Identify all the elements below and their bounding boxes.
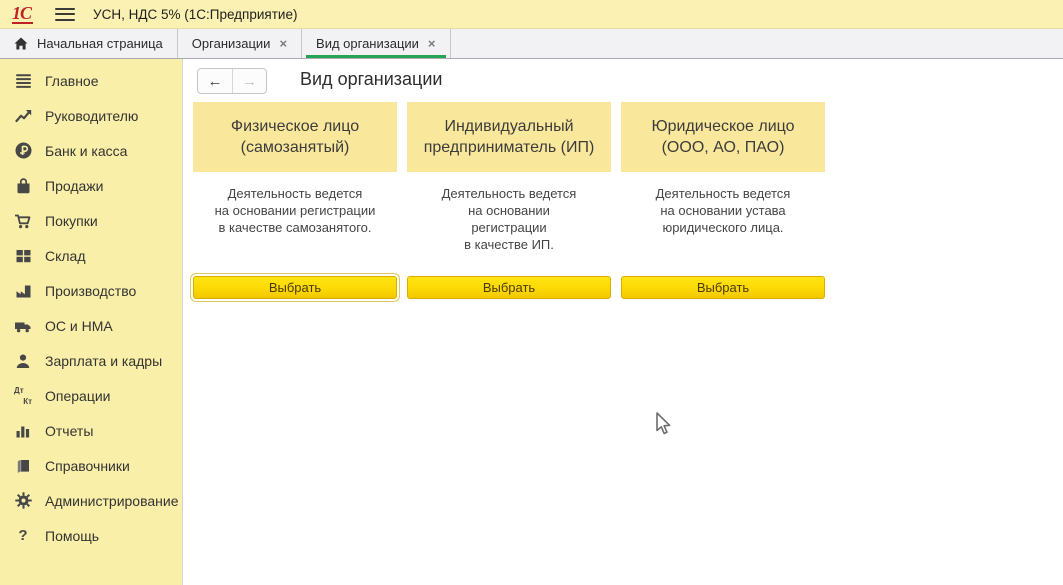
sidebar-item-label: Производство bbox=[45, 283, 136, 299]
choose-selfemployed-button[interactable]: Выбрать bbox=[193, 276, 397, 299]
person-icon bbox=[14, 352, 32, 370]
sidebar-item-assets[interactable]: ОС и НМА bbox=[0, 308, 182, 343]
sidebar-item-payroll-hr[interactable]: Зарплата и кадры bbox=[0, 343, 182, 378]
sidebar-item-label: Администрирование bbox=[45, 493, 179, 509]
card-title: Физическое лицо (самозанятый) bbox=[193, 102, 397, 172]
sidebar-item-reports[interactable]: Отчеты bbox=[0, 413, 182, 448]
sidebar-item-manager[interactable]: Руководителю bbox=[0, 98, 182, 133]
factory-icon bbox=[14, 282, 32, 300]
sidebar-item-label: Отчеты bbox=[45, 423, 93, 439]
page-title: Вид организации bbox=[300, 69, 442, 90]
warehouse-icon bbox=[14, 247, 32, 265]
book-icon bbox=[14, 457, 32, 475]
sidebar-item-sales[interactable]: Продажи bbox=[0, 168, 182, 203]
sidebar-item-label: Помощь bbox=[45, 528, 99, 544]
window-titlebar: 1С УСН, НДС 5% (1С:Предприятие) bbox=[0, 0, 1063, 29]
card-entrepreneur: Индивидуальный предприниматель (ИП) Деят… bbox=[407, 102, 611, 253]
sidebar-item-label: Покупки bbox=[45, 213, 98, 229]
ruble-circle-icon bbox=[14, 142, 32, 160]
bar-chart-icon bbox=[14, 422, 32, 440]
main-content: ← → Вид организации Физическое лицо (сам… bbox=[183, 59, 1063, 585]
shopping-bag-icon bbox=[14, 177, 32, 195]
sidebar-item-administration[interactable]: Администрирование bbox=[0, 483, 182, 518]
main-menu-icon[interactable] bbox=[55, 8, 75, 21]
gear-icon bbox=[14, 492, 32, 510]
active-tab-indicator bbox=[306, 55, 445, 58]
tab-label: Вид организации bbox=[316, 36, 419, 51]
tab-label: Организации bbox=[192, 36, 271, 51]
sidebar-item-label: Продажи bbox=[45, 178, 103, 194]
choose-buttons-row: Выбрать Выбрать Выбрать bbox=[193, 276, 825, 299]
tab-home[interactable]: Начальная страница bbox=[0, 29, 178, 58]
sidebar-item-help[interactable]: ? Помощь bbox=[0, 518, 182, 553]
tab-organizations[interactable]: Организации × bbox=[178, 29, 302, 58]
history-nav: ← → bbox=[197, 68, 267, 94]
sidebar-item-operations[interactable]: ДтКт Операции bbox=[0, 378, 182, 413]
card-title: Юридическое лицо (ООО, АО, ПАО) bbox=[621, 102, 825, 172]
choose-entrepreneur-button[interactable]: Выбрать bbox=[407, 276, 611, 299]
sidebar-item-warehouse[interactable]: Склад bbox=[0, 238, 182, 273]
1c-logo-icon: 1С bbox=[12, 5, 33, 24]
menu-lines-icon bbox=[14, 72, 32, 90]
sidebar-item-production[interactable]: Производство bbox=[0, 273, 182, 308]
section-sidebar: Главное Руководителю Банк и касса Продаж… bbox=[0, 59, 183, 585]
sidebar-item-label: Зарплата и кадры bbox=[45, 353, 162, 369]
card-title: Индивидуальный предприниматель (ИП) bbox=[407, 102, 611, 172]
choose-legal-entity-button[interactable]: Выбрать bbox=[621, 276, 825, 299]
card-description: Деятельность ведется на основании регист… bbox=[193, 185, 397, 236]
card-description: Деятельность ведется на основании регист… bbox=[407, 185, 611, 253]
sidebar-item-label: Операции bbox=[45, 388, 111, 404]
sidebar-item-label: Банк и касса bbox=[45, 143, 127, 159]
sidebar-item-label: Склад bbox=[45, 248, 86, 264]
debit-credit-icon: ДтКт bbox=[14, 387, 32, 405]
card-description: Деятельность ведется на основании устава… bbox=[621, 185, 825, 236]
sidebar-item-directories[interactable]: Справочники bbox=[0, 448, 182, 483]
sidebar-item-bank-cash[interactable]: Банк и касса bbox=[0, 133, 182, 168]
close-icon[interactable]: × bbox=[279, 37, 287, 50]
sidebar-item-main[interactable]: Главное bbox=[0, 63, 182, 98]
sidebar-item-purchases[interactable]: Покупки bbox=[0, 203, 182, 238]
tab-label: Начальная страница bbox=[37, 36, 163, 51]
back-button[interactable]: ← bbox=[198, 69, 232, 93]
card-individual-selfemployed: Физическое лицо (самозанятый) Деятельнос… bbox=[193, 102, 397, 253]
sidebar-item-label: Руководителю bbox=[45, 108, 138, 124]
tab-bar: Начальная страница Организации × Вид орг… bbox=[0, 29, 1063, 59]
sidebar-item-label: Главное bbox=[45, 73, 99, 89]
home-icon bbox=[14, 37, 28, 50]
forward-button[interactable]: → bbox=[232, 69, 266, 93]
truck-icon bbox=[14, 317, 32, 335]
tab-organization-kind[interactable]: Вид организации × bbox=[302, 29, 450, 58]
shopping-cart-icon bbox=[14, 212, 32, 230]
card-legal-entity: Юридическое лицо (ООО, АО, ПАО) Деятельн… bbox=[621, 102, 825, 253]
question-icon: ? bbox=[14, 527, 32, 545]
sidebar-item-label: Справочники bbox=[45, 458, 130, 474]
organization-kind-cards: Физическое лицо (самозанятый) Деятельнос… bbox=[193, 102, 825, 253]
trend-up-icon bbox=[14, 107, 32, 125]
sidebar-item-label: ОС и НМА bbox=[45, 318, 113, 334]
close-icon[interactable]: × bbox=[428, 37, 436, 50]
window-title: УСН, НДС 5% (1С:Предприятие) bbox=[93, 7, 297, 22]
